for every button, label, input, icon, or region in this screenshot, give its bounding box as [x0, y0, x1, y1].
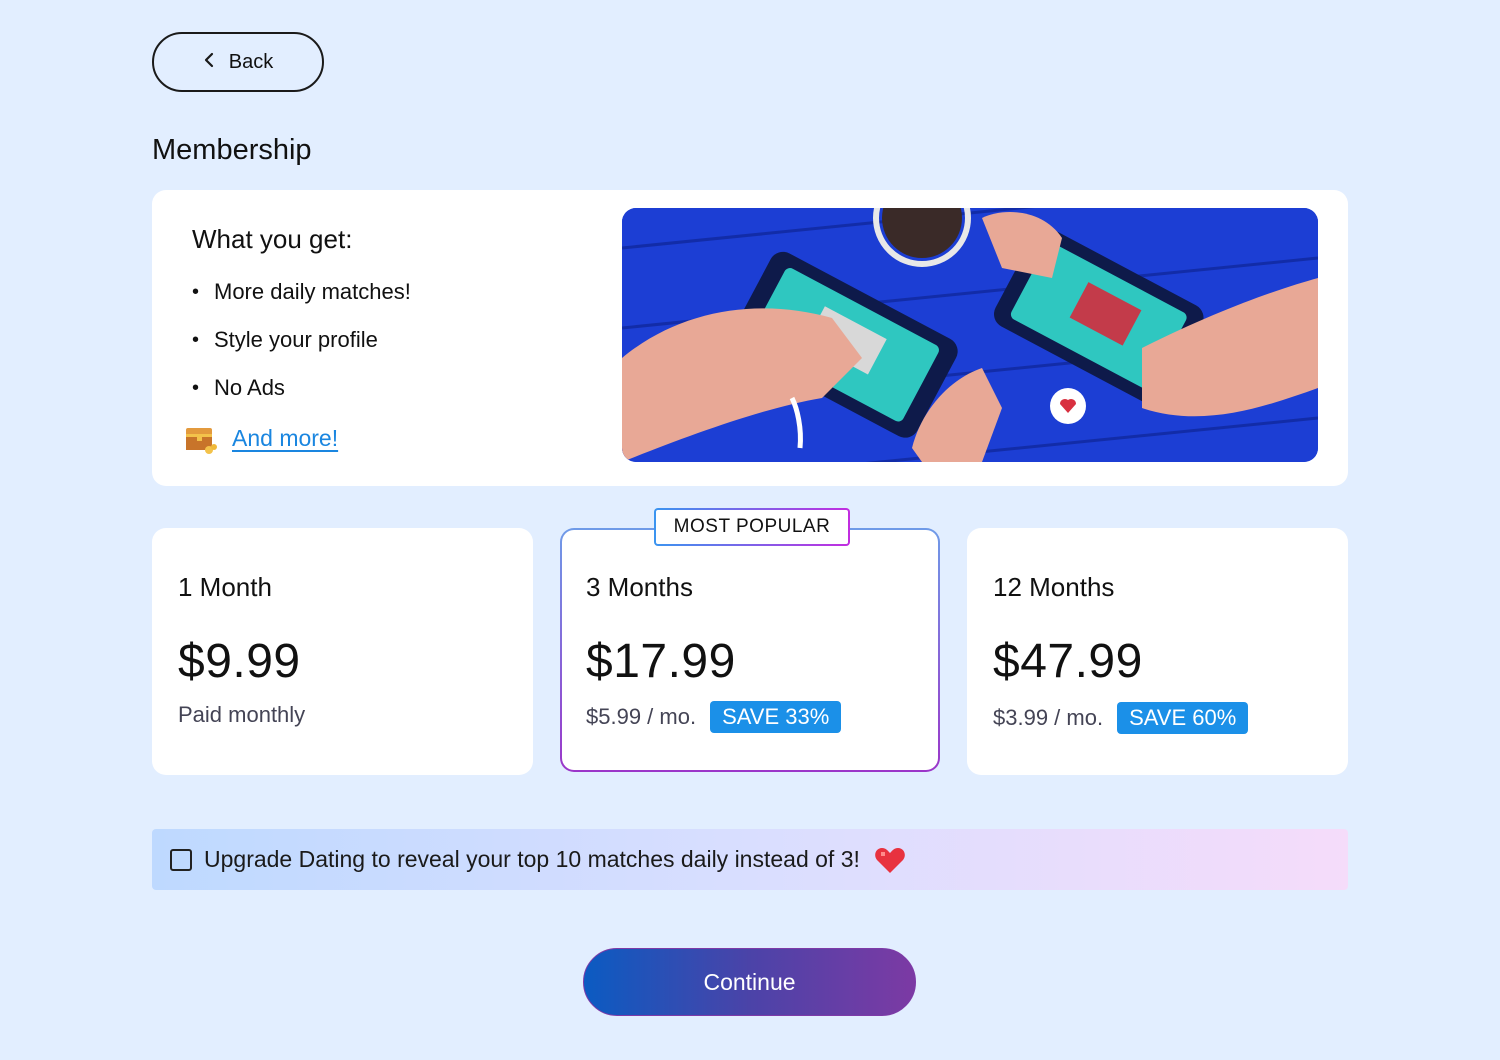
- save-badge: SAVE 60%: [1117, 702, 1249, 734]
- save-badge: SAVE 33%: [710, 701, 842, 733]
- feature-item: More daily matches!: [192, 274, 411, 322]
- more-row: And more!: [182, 420, 338, 456]
- feature-item: No Ads: [192, 370, 411, 418]
- heart-icon: [860, 846, 906, 874]
- hero-illustration: [622, 208, 1318, 462]
- plan-card-1-month[interactable]: 1 Month $9.99 Paid monthly: [152, 528, 533, 775]
- features-heading: What you get:: [192, 224, 353, 254]
- plan-subtitle: $5.99 / mo. SAVE 33%: [586, 701, 842, 733]
- treasure-chest-icon: [182, 420, 218, 456]
- feature-item: Style your profile: [192, 322, 411, 370]
- plan-card-12-months[interactable]: 12 Months $47.99 $3.99 / mo. SAVE 60%: [967, 528, 1348, 775]
- back-button[interactable]: Back: [152, 32, 324, 92]
- plan-subtitle: $3.99 / mo. SAVE 60%: [993, 702, 1249, 734]
- plan-price: $9.99: [178, 635, 301, 688]
- page-title: Membership: [152, 134, 312, 166]
- plan-monthly-rate: $5.99 / mo.: [586, 704, 697, 729]
- features-card: What you get: More daily matches! Style …: [152, 190, 1348, 486]
- plan-name: 1 Month: [178, 572, 272, 602]
- plan-monthly-rate: $3.99 / mo.: [993, 705, 1104, 730]
- features-list: More daily matches! Style your profile N…: [192, 274, 411, 418]
- plan-subtitle: Paid monthly: [178, 702, 305, 728]
- continue-button[interactable]: Continue: [583, 948, 916, 1016]
- plan-price: $17.99: [586, 635, 736, 688]
- chevron-left-icon: [203, 52, 215, 73]
- back-button-label: Back: [228, 50, 274, 73]
- upgrade-dating-label: Upgrade Dating to reveal your top 10 mat…: [204, 846, 860, 872]
- plan-price: $47.99: [993, 635, 1143, 688]
- plan-billing-note: Paid monthly: [178, 702, 306, 727]
- upgrade-dating-option[interactable]: Upgrade Dating to reveal your top 10 mat…: [152, 829, 1348, 890]
- and-more-link[interactable]: And more!: [232, 425, 338, 452]
- plan-card-3-months[interactable]: 3 Months $17.99 $5.99 / mo. SAVE 33%: [560, 528, 940, 772]
- plan-name: 12 Months: [993, 572, 1115, 602]
- plan-name: 3 Months: [586, 572, 693, 602]
- upgrade-dating-checkbox[interactable]: [170, 848, 192, 871]
- most-popular-badge: MOST POPULAR: [654, 508, 850, 546]
